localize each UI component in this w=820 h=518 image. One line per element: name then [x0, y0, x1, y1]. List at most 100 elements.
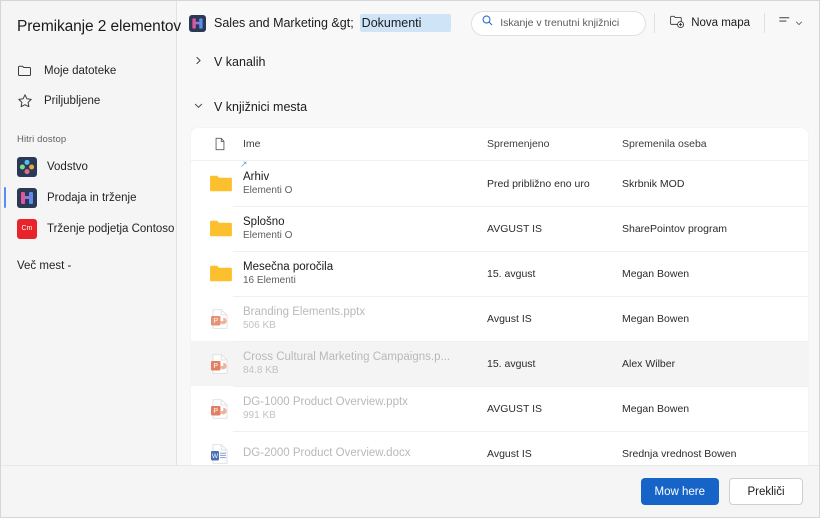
table-row[interactable]: P Cross Cultural Marketing Campaigns.p..…: [191, 341, 808, 386]
shortcut-arrow-icon: ↗: [240, 159, 248, 169]
section-toggle-v-kanalih[interactable]: V kanalih: [193, 48, 819, 76]
new-folder-label: Nova mapa: [691, 17, 750, 29]
table-row[interactable]: Mesečna poročila 16 Elementi 15. avgust …: [191, 251, 808, 296]
folder-icon: [201, 174, 239, 193]
sidebar-site-label: Trženje podjetja Contoso: [47, 222, 175, 235]
chevron-right-icon: [193, 53, 204, 71]
file-name-cell[interactable]: Mesečna poročila 16 Elementi: [239, 261, 487, 286]
sidebar-item-label: Moje datoteke: [44, 65, 117, 77]
file-name: Mesečna poročila: [243, 261, 334, 273]
file-name-cell[interactable]: DG-1000 Product Overview.pptx 991 KB: [239, 396, 487, 421]
breadcrumb-root[interactable]: Sales and Marketing &gt;: [214, 16, 354, 30]
powerpoint-icon: P: [201, 308, 239, 330]
search-placeholder-text: Iskanje v trenutni knjižnici: [500, 17, 620, 29]
modified-cell: 15. avgust: [487, 357, 536, 370]
dialog-title: Premikanje 2 elementov: [17, 18, 182, 35]
section-label: V knjižnici mesta: [214, 100, 308, 114]
section-label: V kanalih: [214, 55, 266, 69]
file-sub: 991 KB: [243, 410, 276, 421]
star-outline-icon: [17, 93, 33, 109]
site-leadership-icon: [17, 156, 37, 177]
sidebar-item-my-files[interactable]: Moje datoteke: [1, 56, 176, 86]
svg-text:P: P: [213, 363, 218, 370]
quick-access-heading: Hitri dostop: [17, 134, 67, 145]
svg-text:W: W: [212, 453, 219, 460]
powerpoint-icon: P: [201, 398, 239, 420]
powerpoint-icon: P: [201, 353, 239, 375]
toolbar-divider-2: [764, 13, 765, 33]
folder-outline-icon: [17, 63, 33, 79]
table-row[interactable]: P Branding Elements.pptx 506 KB Avgust I…: [191, 296, 808, 341]
move-here-button[interactable]: Mow here: [640, 478, 719, 505]
modified-by-cell: Skrbnik MOD: [622, 177, 685, 190]
modified-by-cell: Alex Wilber: [622, 357, 676, 370]
sidebar-item-favorites[interactable]: Priljubljene: [1, 86, 176, 116]
cancel-button[interactable]: Prekliči: [729, 478, 803, 505]
breadcrumb-site-icon: [189, 14, 206, 32]
sidebar-site-label: Prodaja in trženje: [47, 191, 137, 204]
more-places-link[interactable]: Več mest -: [1, 244, 176, 272]
svg-text:P: P: [213, 318, 218, 325]
file-name-cell[interactable]: DG-2000 Product Overview.docx: [239, 447, 487, 461]
file-sub: 506 KB: [243, 320, 276, 331]
sidebar-item-prodaja-in-trzenje[interactable]: Prodaja in trženje: [1, 182, 176, 213]
new-folder-button[interactable]: Nova mapa: [663, 9, 756, 38]
table-row[interactable]: W DG-2000 Product Overview.docx Avgust I…: [191, 431, 808, 465]
breadcrumb-current[interactable]: Dokumenti: [359, 14, 452, 32]
site-sales-marketing-icon: [17, 187, 37, 208]
modified-cell: Avgust IS: [487, 312, 532, 325]
modified-by-cell: SharePointov program: [622, 222, 728, 235]
column-header-icon[interactable]: [201, 137, 239, 151]
sidebar-site-label: Vodstvo: [47, 160, 88, 173]
file-name-cell[interactable]: Branding Elements.pptx 506 KB: [239, 306, 487, 331]
column-header-name[interactable]: Ime: [239, 138, 487, 150]
file-sub: 84.8 KB: [243, 365, 279, 376]
file-name-cell[interactable]: Cross Cultural Marketing Campaigns.p... …: [239, 351, 487, 376]
table-row[interactable]: ↗ Arhiv Elementi O Pred približno eno ur…: [191, 160, 808, 206]
file-list-container: Ime Spremenjeno Spremenila oseba ↗ Arhiv…: [177, 121, 819, 465]
column-header-modified-by[interactable]: Spremenila oseba: [622, 138, 798, 150]
sidebar-nav-list: Moje datoteke Priljubljene: [1, 56, 176, 116]
modified-cell: Avgust IS: [487, 447, 532, 460]
modified-by-cell: Megan Bowen: [622, 402, 690, 415]
svg-text:P: P: [213, 408, 218, 415]
file-name: DG-1000 Product Overview.pptx: [243, 396, 408, 408]
file-list-card: Ime Spremenjeno Spremenila oseba ↗ Arhiv…: [191, 128, 808, 465]
file-list-header: Ime Spremenjeno Spremenila oseba: [191, 128, 808, 161]
word-icon: W: [201, 443, 239, 465]
search-icon: [481, 14, 494, 32]
modified-by-cell: Megan Bowen: [622, 312, 690, 325]
column-header-modified[interactable]: Spremenjeno: [487, 138, 622, 150]
chevron-down-icon: [193, 98, 204, 116]
site-badge-text: Cm: [21, 225, 33, 232]
file-name-cell[interactable]: ↗ Arhiv Elementi O: [239, 160, 487, 197]
new-folder-icon: [669, 13, 685, 34]
folder-icon: [201, 264, 239, 283]
sidebar-item-trzenje-contoso[interactable]: Cm Trženje podjetja Contoso: [1, 213, 176, 244]
toolbar: Sales and Marketing &gt; Dokumenti Iskan…: [177, 1, 819, 45]
modified-cell: 15. avgust: [487, 267, 536, 280]
sidebar-item-label: Priljubljene: [44, 95, 101, 107]
site-contoso-marketing-icon: Cm: [17, 218, 37, 239]
file-name-cell[interactable]: Splošno Elementi O: [239, 216, 487, 241]
folder-icon: [201, 219, 239, 238]
modified-cell: AVGUST IS: [487, 402, 543, 415]
sort-view-menu-button[interactable]: [773, 9, 807, 37]
file-name: Cross Cultural Marketing Campaigns.p...: [243, 351, 451, 363]
search-input[interactable]: Iskanje v trenutni knjižnici: [471, 10, 647, 36]
file-sub: Elementi O: [243, 230, 293, 241]
sidebar-item-vodstvo[interactable]: Vodstvo: [1, 151, 176, 182]
modified-cell: Pred približno eno uro: [487, 177, 590, 190]
file-name: Branding Elements.pptx: [243, 306, 366, 318]
file-sub: Elementi O: [243, 185, 293, 196]
modified-cell: AVGUST IS: [487, 222, 543, 235]
dialog-footer: Mow here Prekliči: [1, 465, 819, 517]
toolbar-divider: [654, 13, 656, 33]
section-toggles: V kanalih V knjižnici mesta: [177, 45, 819, 121]
table-row[interactable]: Splošno Elementi O AVGUST IS SharePointo…: [191, 206, 808, 251]
file-name: Arhiv: [243, 171, 270, 183]
section-toggle-v-knjiznici-mesta[interactable]: V knjižnici mesta: [193, 93, 819, 121]
table-row[interactable]: P DG-1000 Product Overview.pptx 991 KB A…: [191, 386, 808, 431]
move-items-dialog: Premikanje 2 elementov Moje datoteke Pri…: [0, 0, 820, 518]
breadcrumb[interactable]: Sales and Marketing &gt; Dokumenti: [214, 14, 452, 32]
